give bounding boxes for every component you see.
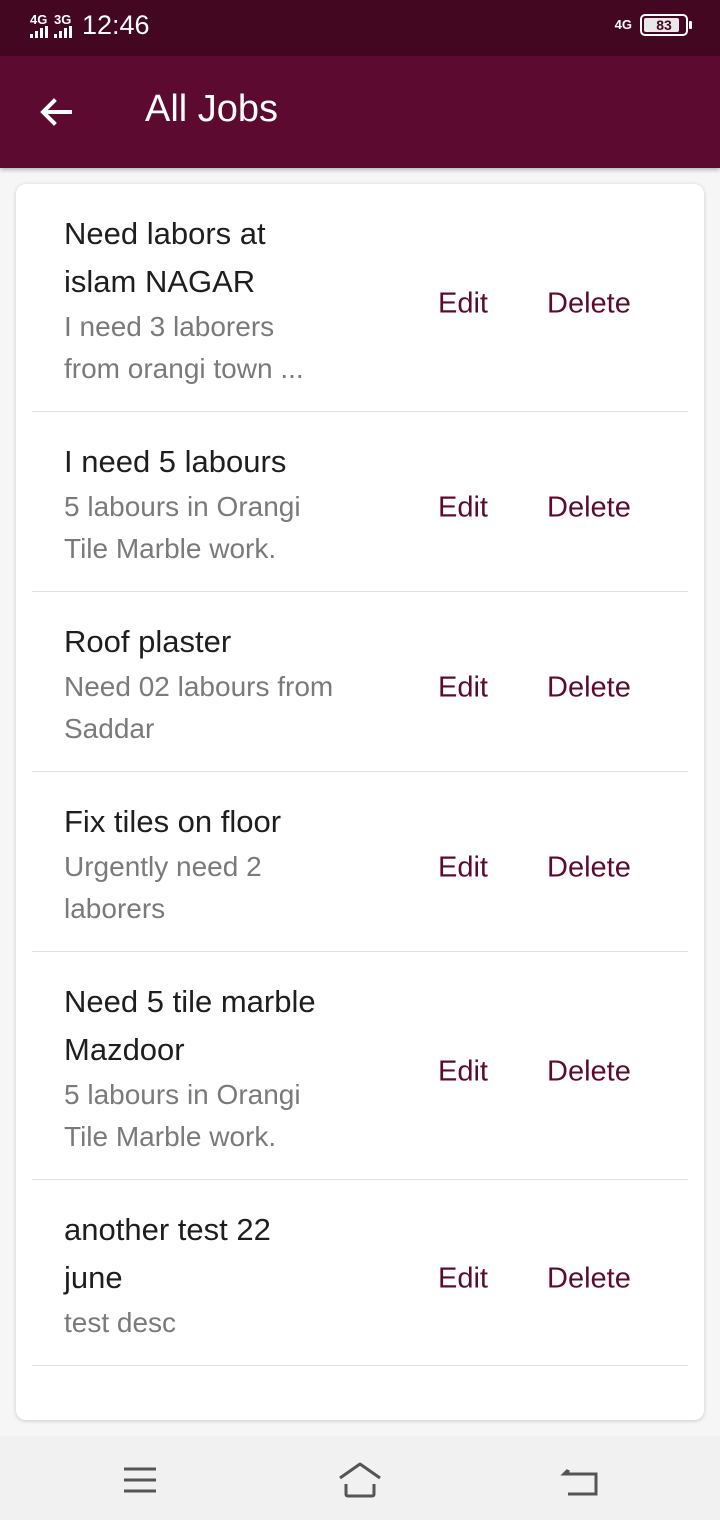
- arrow-left-icon[interactable]: [36, 92, 76, 132]
- network-type-label-2: 3G: [54, 12, 72, 27]
- page-title: All Jobs: [145, 88, 279, 130]
- job-row[interactable]: Roof plaster Need 02 labours from Saddar Ed…: [32, 592, 688, 772]
- job-text: I need 5 labours 5 labours in Orangi Tile …: [64, 438, 364, 570]
- battery-level: 83: [656, 17, 672, 33]
- job-text: Roof plaster Need 02 labours from Saddar: [64, 618, 364, 750]
- job-title-line: Roof plaster: [64, 624, 232, 659]
- job-description-line: 5 labours in Orangi: [64, 491, 301, 522]
- data-network-icon: 4G: [614, 17, 632, 32]
- delete-button[interactable]: Delete: [547, 852, 631, 885]
- job-row[interactable]: Need labors at islam NAGAR I need 3 labore…: [32, 184, 688, 412]
- back-nav-icon[interactable]: [556, 1456, 604, 1504]
- jobs-list-card: Need labors at islam NAGAR I need 3 labore…: [16, 184, 704, 1420]
- job-title-line: Fix tiles on floor: [64, 804, 282, 839]
- delete-button[interactable]: Delete: [547, 288, 631, 321]
- signal-4g-icon: 4G: [30, 13, 48, 38]
- delete-button[interactable]: Delete: [547, 1263, 631, 1296]
- job-title-line: Mazdoor: [64, 1032, 185, 1067]
- delete-button[interactable]: Delete: [547, 672, 631, 705]
- job-title-line: I need 5 labours: [64, 444, 287, 479]
- job-text: Fix tiles on floor Urgently need 2 laborer…: [64, 798, 364, 930]
- job-description-line: laborers: [64, 893, 166, 924]
- job-description-line: Need 02 labours from: [64, 671, 334, 702]
- app-bar: All Jobs: [0, 56, 720, 168]
- home-icon[interactable]: [336, 1456, 384, 1504]
- network-type-label: 4G: [30, 12, 48, 27]
- battery-icon: 83: [640, 14, 692, 36]
- job-description-line: from orangi town ...: [64, 353, 304, 384]
- job-description-line: test desc: [64, 1307, 177, 1338]
- job-text: another test 22 june test desc: [64, 1206, 364, 1344]
- job-description-line: I need 3 laborers: [64, 311, 275, 342]
- job-row[interactable]: Need 5 tile marble Mazdoor 5 labours in Or…: [32, 952, 688, 1180]
- job-description-line: Saddar: [64, 713, 155, 744]
- job-text: Need labors at islam NAGAR I need 3 labore…: [64, 210, 364, 390]
- job-row[interactable]: another test 22 june test desc Edit Delete: [32, 1180, 688, 1366]
- edit-button[interactable]: Edit: [438, 1263, 488, 1296]
- delete-button[interactable]: Delete: [547, 1056, 631, 1089]
- edit-button[interactable]: Edit: [438, 672, 488, 705]
- edit-button[interactable]: Edit: [438, 1056, 488, 1089]
- job-description-line: 5 labours in Orangi: [64, 1079, 301, 1110]
- signal-3g-icon: 3G: [54, 13, 72, 38]
- job-text: Need 5 tile marble Mazdoor 5 labours in Or…: [64, 978, 364, 1158]
- job-description-line: Tile Marble work.: [64, 1121, 277, 1152]
- status-bar: 4G 3G 12:46 4G 83: [0, 0, 720, 56]
- delete-button[interactable]: Delete: [547, 492, 631, 525]
- job-title-line: another test 22: [64, 1212, 271, 1247]
- system-nav-bar: [0, 1436, 720, 1520]
- edit-button[interactable]: Edit: [438, 492, 488, 525]
- job-row[interactable]: Fix tiles on floor Urgently need 2 laborer…: [32, 772, 688, 952]
- job-title-line: june: [64, 1260, 123, 1295]
- clock: 12:46: [82, 10, 150, 40]
- job-description-line: Tile Marble work.: [64, 533, 277, 564]
- job-description-line: Urgently need 2: [64, 851, 262, 882]
- job-row[interactable]: I need 5 labours 5 labours in Orangi Tile …: [32, 412, 688, 592]
- job-title-line: islam NAGAR: [64, 264, 256, 299]
- job-title-line: Need labors at: [64, 216, 266, 251]
- menu-icon[interactable]: [116, 1456, 164, 1504]
- job-title-line: Need 5 tile marble: [64, 984, 316, 1019]
- edit-button[interactable]: Edit: [438, 288, 488, 321]
- edit-button[interactable]: Edit: [438, 852, 488, 885]
